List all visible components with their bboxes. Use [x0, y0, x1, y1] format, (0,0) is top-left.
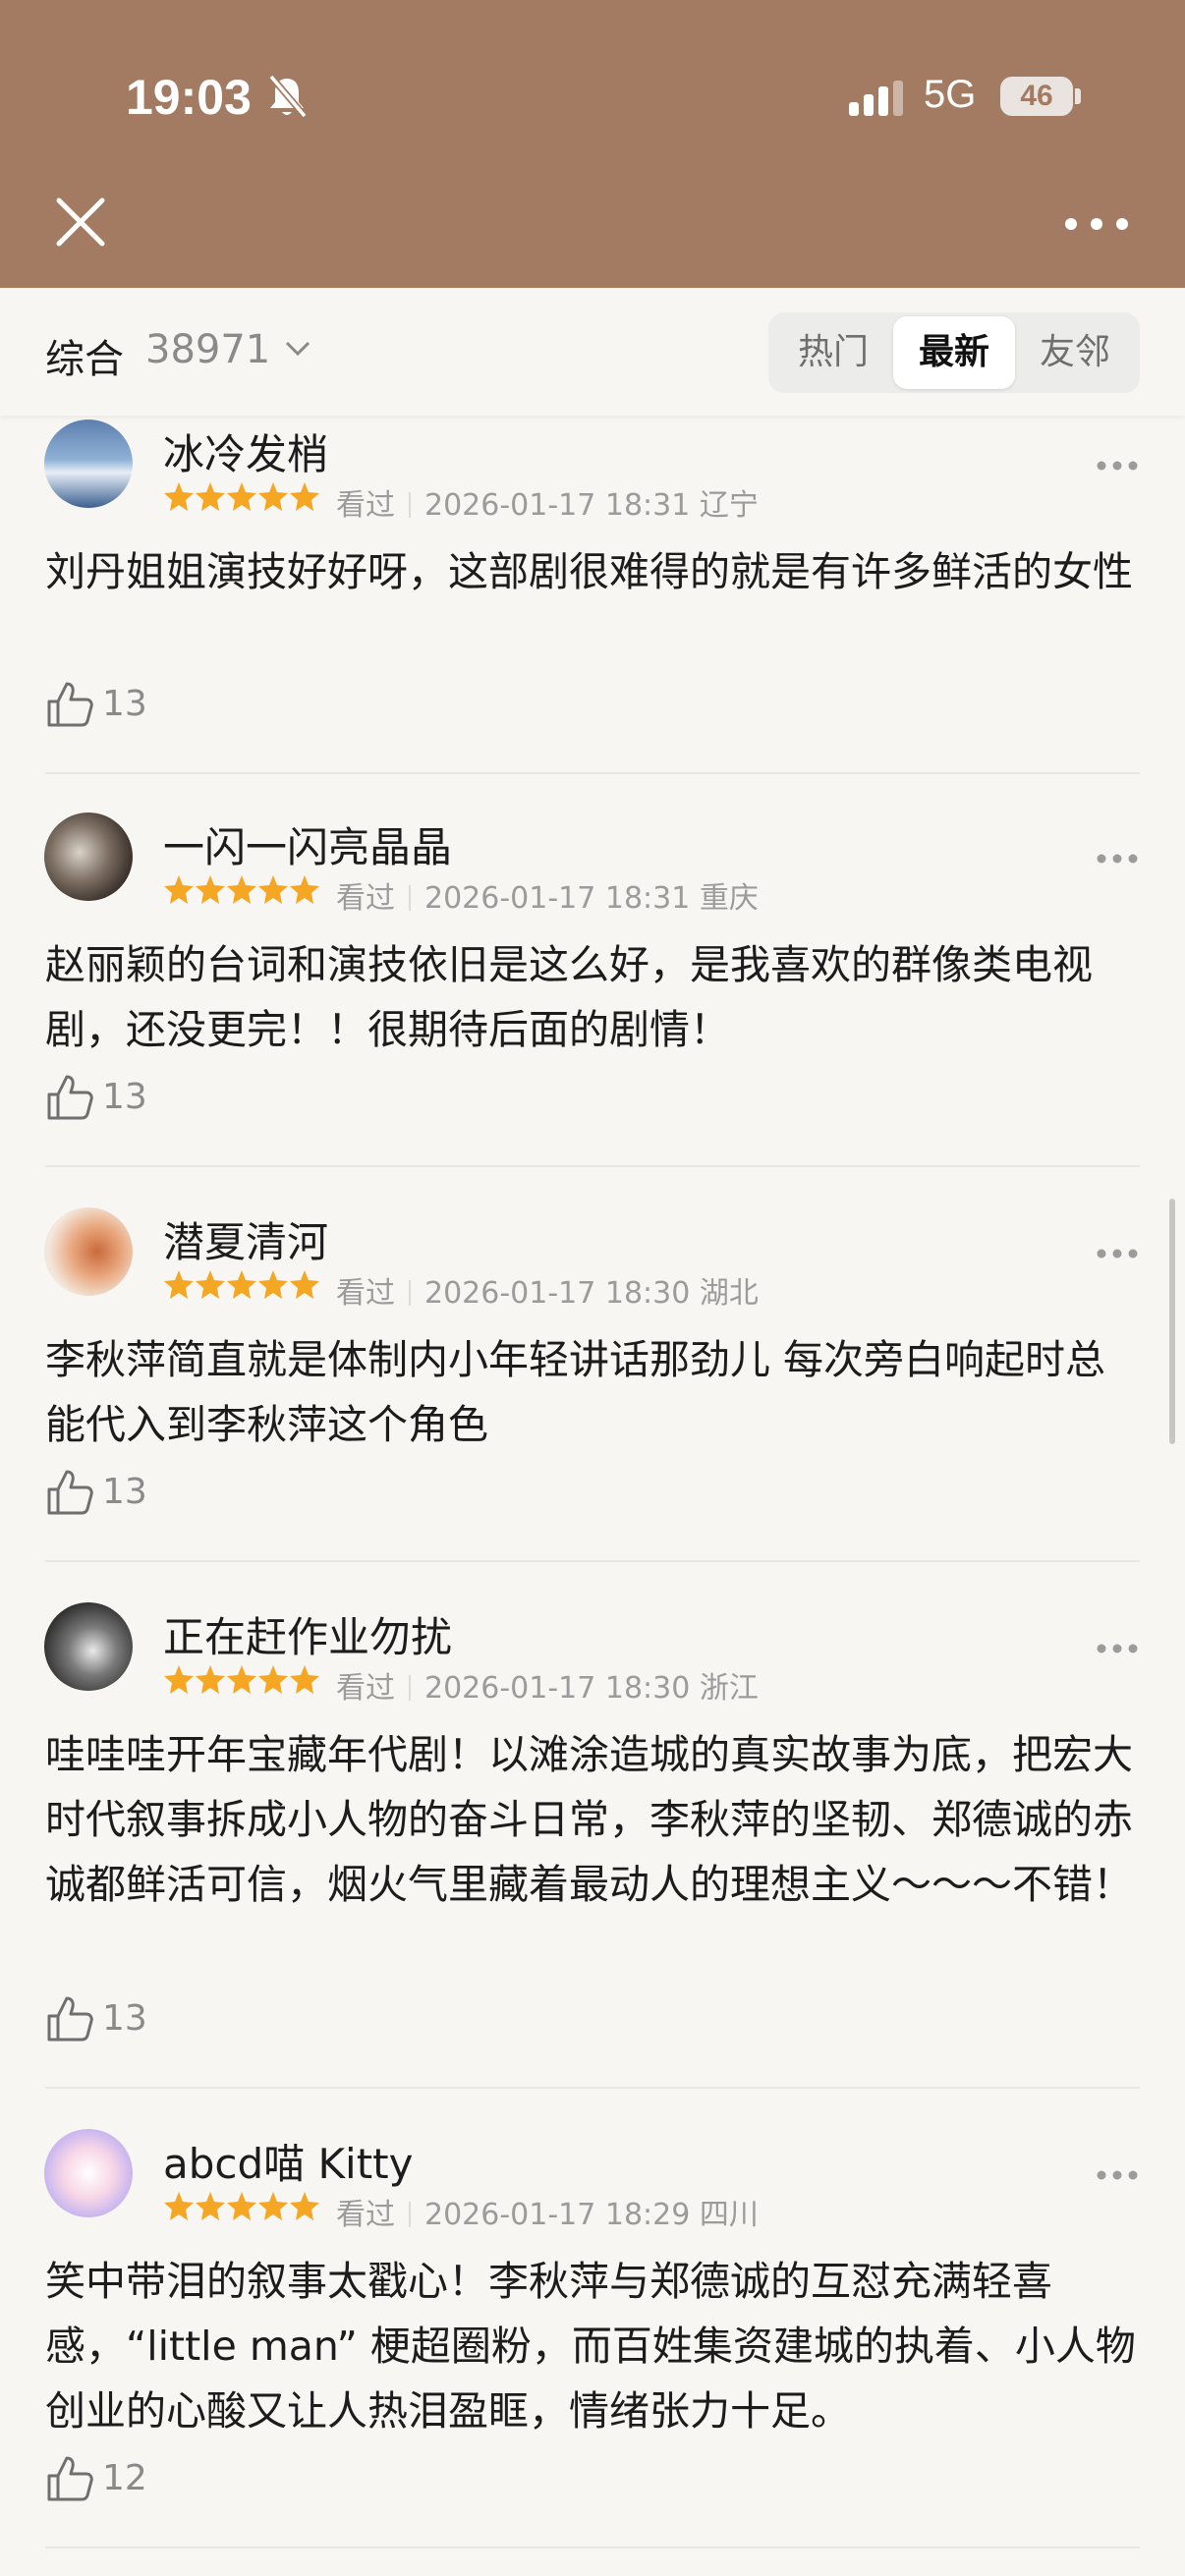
- more-icon[interactable]: [1095, 1247, 1140, 1260]
- avatar[interactable]: [44, 2129, 133, 2217]
- comment-location: 辽宁: [699, 488, 759, 523]
- tab-friends[interactable]: 友邻: [1014, 316, 1136, 389]
- battery-tip: [1075, 88, 1081, 104]
- comment-time: 2026-01-17 18:30: [424, 1276, 691, 1311]
- signal-icon: [849, 81, 903, 116]
- comment-location: 湖北: [699, 1276, 759, 1311]
- username[interactable]: 潜夏清河: [163, 1209, 328, 1269]
- divider: [45, 2547, 1140, 2548]
- comment-time: 2026-01-17 18:31: [424, 488, 691, 523]
- divider: [45, 772, 1140, 774]
- comment-text: 哇哇哇开年宝藏年代剧！以滩涂造城的真实故事为底，把宏大时代叙事拆成小人物的奋斗日…: [45, 1731, 1133, 1908]
- like-count: 12: [102, 2458, 147, 2498]
- like-count: 13: [102, 1472, 147, 1512]
- watch-status: 看过: [336, 2198, 395, 2232]
- comment-text: 刘丹姐姐演技好好呀，这部剧很难得的就是有许多鲜活的女性: [45, 548, 1133, 595]
- watch-status: 看过: [336, 1671, 395, 1706]
- sort-dropdown-label[interactable]: 综合: [45, 327, 124, 384]
- username[interactable]: 一闪一闪亮晶晶: [163, 814, 452, 874]
- divider: [45, 1560, 1140, 1562]
- sort-segmented-control: 热门 最新 友邻: [768, 312, 1140, 393]
- comment-text: 赵丽颖的台词和演技依旧是这么好，是我喜欢的群像类电视剧，还没更完！！很期待后面的…: [45, 941, 1093, 1053]
- thumbs-up-icon: [47, 682, 93, 727]
- network-label: 5G: [924, 73, 977, 116]
- watch-status: 看过: [336, 488, 395, 523]
- comment-time: 2026-01-17 18:31: [424, 881, 691, 916]
- chevron-down-icon[interactable]: [283, 339, 312, 359]
- watch-status: 看过: [336, 881, 395, 916]
- tab-latest[interactable]: 最新: [893, 316, 1015, 389]
- watch-status: 看过: [336, 1276, 395, 1311]
- more-icon[interactable]: [1095, 2168, 1140, 2182]
- username[interactable]: 正在赶作业勿扰: [163, 1604, 452, 1664]
- more-icon[interactable]: [1095, 852, 1140, 866]
- username[interactable]: abcd喵 Kitty: [163, 2131, 414, 2191]
- close-icon[interactable]: [53, 195, 108, 250]
- rating-stars: [164, 482, 319, 511]
- more-icon[interactable]: [1095, 459, 1140, 473]
- rating-stars: [164, 1665, 319, 1694]
- filter-bar: 综合 38971 热门 最新 友邻: [0, 288, 1185, 416]
- comment-meta: 看过 2026-01-17 18:30 浙江: [336, 1663, 759, 1707]
- more-icon[interactable]: [1095, 1642, 1140, 1655]
- tab-hot[interactable]: 热门: [772, 316, 894, 389]
- more-options-icon[interactable]: [1061, 214, 1132, 234]
- like-count: 13: [102, 1998, 147, 2039]
- thumbs-up-icon: [47, 2456, 93, 2501]
- comment-meta: 看过 2026-01-17 18:31 辽宁: [336, 480, 759, 524]
- header-bar: 19:03 5G 46: [0, 0, 1185, 288]
- comment-time: 2026-01-17 18:30: [424, 1671, 691, 1706]
- comment-time: 2026-01-17 18:29: [424, 2198, 691, 2232]
- rating-stars: [164, 1270, 319, 1299]
- comment-text: 李秋萍简直就是体制内小年轻讲话那劲儿 每次旁白响起时总能代入到李秋萍这个角色: [45, 1336, 1106, 1448]
- comment-location: 浙江: [699, 1671, 759, 1706]
- avatar[interactable]: [44, 420, 133, 508]
- comment-count[interactable]: 38971: [145, 327, 270, 372]
- rating-stars: [164, 2192, 319, 2220]
- thumbs-up-icon: [47, 1996, 93, 2042]
- comment-location: 四川: [699, 2198, 759, 2232]
- scrollbar[interactable]: [1169, 1199, 1175, 1444]
- username[interactable]: 冰冷发梢: [163, 421, 328, 481]
- thumbs-up-icon: [47, 1075, 93, 1120]
- thumbs-up-icon: [47, 1470, 93, 1515]
- rating-stars: [164, 875, 319, 904]
- comment-meta: 看过 2026-01-17 18:30 湖北: [336, 1268, 759, 1312]
- avatar[interactable]: [44, 1602, 133, 1691]
- divider: [45, 1165, 1140, 1167]
- comment-location: 重庆: [699, 881, 759, 916]
- divider: [45, 2087, 1140, 2089]
- comment-meta: 看过 2026-01-17 18:31 重庆: [336, 873, 759, 917]
- status-time: 19:03: [126, 70, 252, 125]
- like-count: 13: [102, 1077, 147, 1117]
- comment-text: 笑中带泪的叙事太戳心！李秋萍与郑德诚的互怼充满轻喜感，“little man” …: [45, 2258, 1136, 2435]
- battery-indicator: 46: [1000, 77, 1073, 116]
- comment-meta: 看过 2026-01-17 18:29 四川: [336, 2190, 759, 2233]
- like-count: 13: [102, 684, 147, 724]
- avatar[interactable]: [44, 812, 133, 901]
- bell-muted-icon: [268, 74, 308, 119]
- avatar[interactable]: [44, 1207, 133, 1296]
